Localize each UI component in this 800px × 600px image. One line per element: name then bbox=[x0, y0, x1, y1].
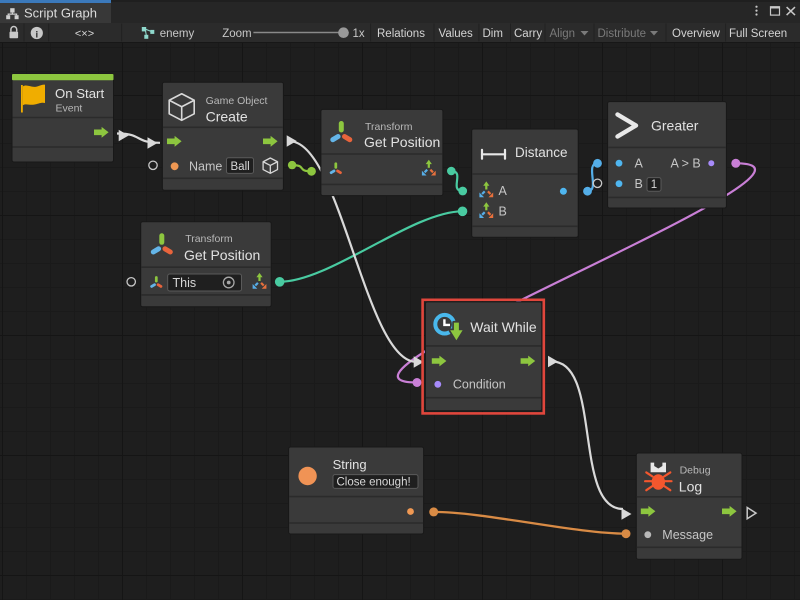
svg-text:Distribute: Distribute bbox=[598, 28, 647, 40]
svg-text:String: String bbox=[333, 457, 367, 472]
svg-text:1: 1 bbox=[651, 179, 657, 191]
svg-text:Relations: Relations bbox=[377, 28, 425, 40]
svg-text:Close enough!: Close enough! bbox=[337, 477, 411, 489]
svg-text:Transform: Transform bbox=[185, 233, 233, 245]
svg-text:Carry: Carry bbox=[514, 28, 542, 40]
svg-text:Zoom: Zoom bbox=[222, 28, 251, 40]
svg-text:B: B bbox=[635, 177, 643, 191]
svg-text:enemy: enemy bbox=[160, 28, 195, 40]
svg-text:Event: Event bbox=[56, 102, 83, 114]
svg-text:A > B: A > B bbox=[671, 157, 701, 171]
svg-text:Log: Log bbox=[679, 478, 702, 494]
svg-text:Script Graph: Script Graph bbox=[24, 6, 97, 21]
svg-text:Ball: Ball bbox=[231, 161, 250, 173]
svg-text:Align: Align bbox=[550, 28, 576, 40]
svg-text:On Start: On Start bbox=[55, 86, 104, 101]
svg-text:Greater: Greater bbox=[651, 118, 699, 134]
svg-text:1x: 1x bbox=[353, 28, 365, 40]
svg-text:Create: Create bbox=[206, 108, 248, 124]
svg-text:A: A bbox=[635, 157, 644, 171]
svg-text:This: This bbox=[173, 276, 197, 290]
svg-text:Debug: Debug bbox=[680, 465, 711, 477]
svg-text:Name: Name bbox=[189, 159, 222, 173]
svg-text:Game Object: Game Object bbox=[206, 95, 268, 107]
svg-text:<×>: <×> bbox=[75, 28, 94, 40]
svg-text:Dim: Dim bbox=[483, 28, 503, 40]
svg-text:Values: Values bbox=[439, 28, 474, 40]
svg-text:Full Screen: Full Screen bbox=[729, 28, 787, 40]
svg-text:Distance: Distance bbox=[515, 145, 568, 160]
svg-text:Overview: Overview bbox=[672, 28, 721, 40]
svg-text:i: i bbox=[35, 29, 38, 40]
svg-text:Get Position: Get Position bbox=[364, 134, 440, 150]
svg-text:B: B bbox=[499, 204, 507, 218]
svg-text:Condition: Condition bbox=[453, 378, 506, 392]
svg-text:Wait While: Wait While bbox=[470, 319, 537, 335]
svg-text:A: A bbox=[499, 184, 508, 198]
svg-text:Message: Message bbox=[662, 528, 713, 542]
svg-text:Transform: Transform bbox=[365, 121, 413, 133]
svg-text:Get Position: Get Position bbox=[184, 247, 260, 263]
